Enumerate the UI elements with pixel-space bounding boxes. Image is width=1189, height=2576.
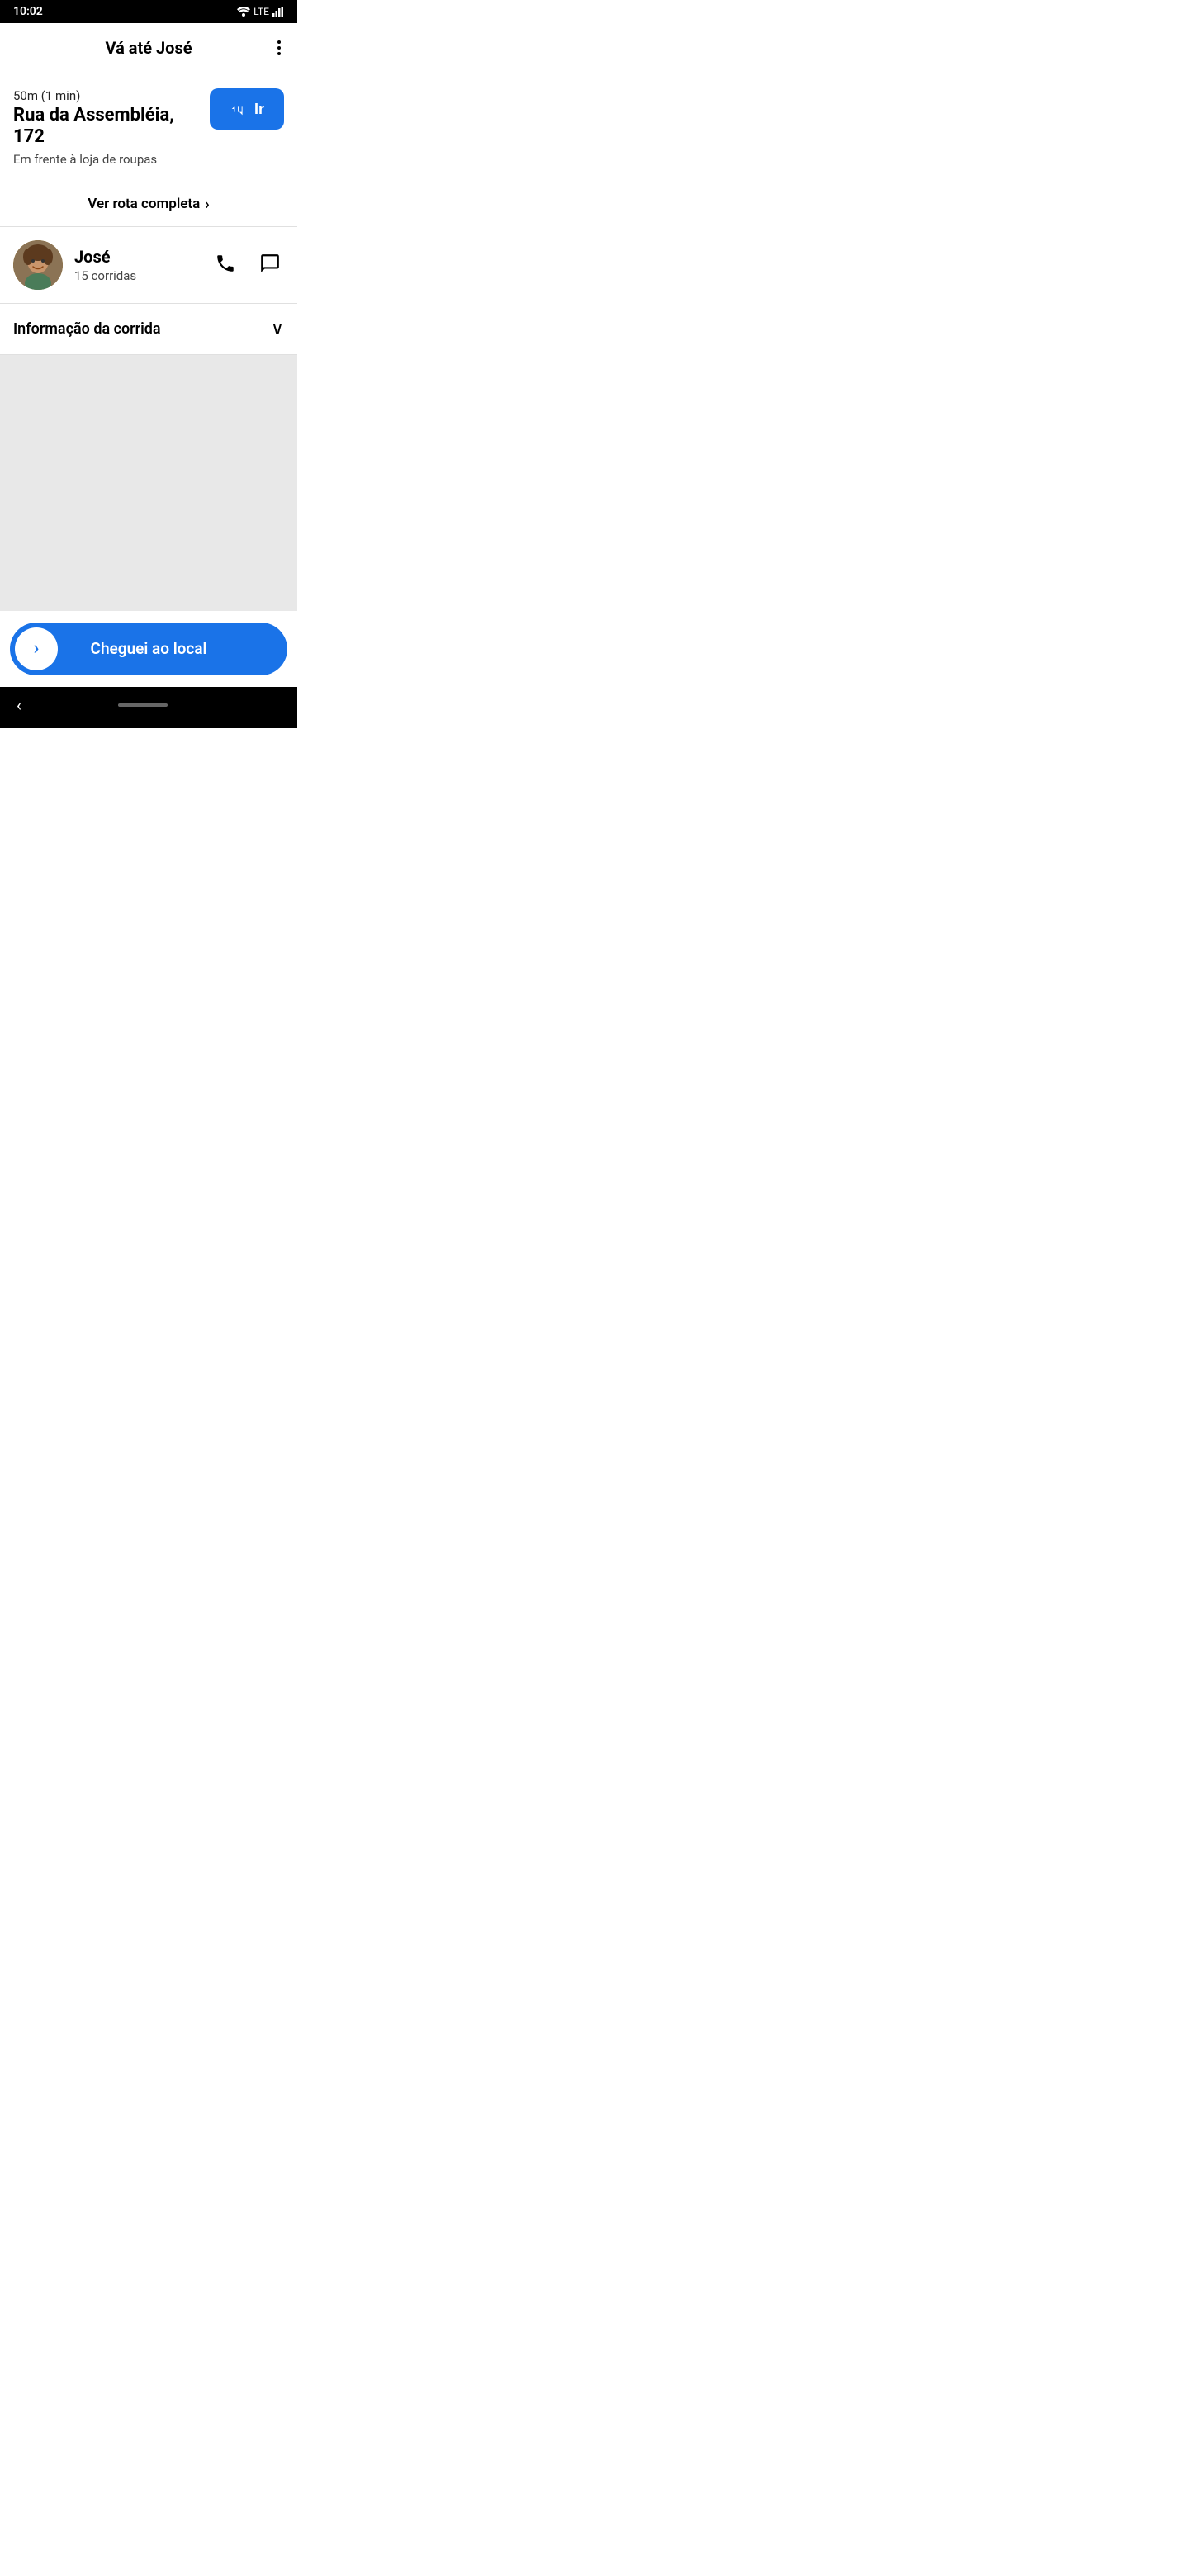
cta-arrow-icon: › [34,638,40,659]
address-info: 50m (1 min) Rua da Assembléia, 172 Em fr… [13,88,210,167]
message-button[interactable] [256,249,284,280]
status-icons: LTE [237,6,284,17]
landmark-text: Em frente à loja de roupas [13,152,200,167]
rider-actions [211,249,284,280]
avatar-image [13,240,63,290]
go-button[interactable]: Ir [210,88,284,130]
distance-text: 50m (1 min) [13,88,200,103]
menu-dot-1 [277,40,281,44]
map-area [0,355,297,611]
ride-info-label: Informação da corrida [13,320,161,338]
menu-dot-3 [277,52,281,55]
avatar [13,240,63,290]
chevron-right-icon: › [205,196,209,213]
bottom-nav-bar: ‹ [0,687,297,728]
arrived-button[interactable]: › Cheguei ao local [10,623,287,675]
call-button[interactable] [211,249,239,280]
status-time: 10:02 [13,5,43,18]
message-icon [259,253,281,274]
ride-info-section[interactable]: Informação da corrida ∨ [0,304,297,355]
header: Vá até José [0,23,297,73]
home-indicator [118,703,168,707]
phone-icon [215,253,236,274]
back-arrow-icon[interactable]: ‹ [17,695,21,715]
view-route-row[interactable]: Ver rota completa › [0,182,297,227]
chevron-down-icon: ∨ [271,319,284,339]
rider-name: José [74,247,211,267]
rider-info: José 15 corridas [74,247,211,283]
navigation-icon [230,100,248,118]
street-name: Rua da Assembléia, 172 [13,105,200,149]
view-route-label: Ver rota completa [88,196,200,212]
rider-section: José 15 corridas [0,227,297,304]
signal-icon [272,7,284,17]
more-options-button[interactable] [274,34,284,62]
status-bar: 10:02 LTE [0,0,297,23]
arrived-label: Cheguei ao local [58,639,282,658]
lte-label: LTE [253,6,269,17]
wifi-icon [237,7,250,17]
address-section: 50m (1 min) Rua da Assembléia, 172 Em fr… [0,73,297,182]
go-button-label: Ir [254,101,264,118]
page-title: Vá até José [105,38,192,58]
rider-rides: 15 corridas [74,268,211,283]
menu-dot-2 [277,46,281,50]
cta-arrow-circle: › [15,627,58,670]
